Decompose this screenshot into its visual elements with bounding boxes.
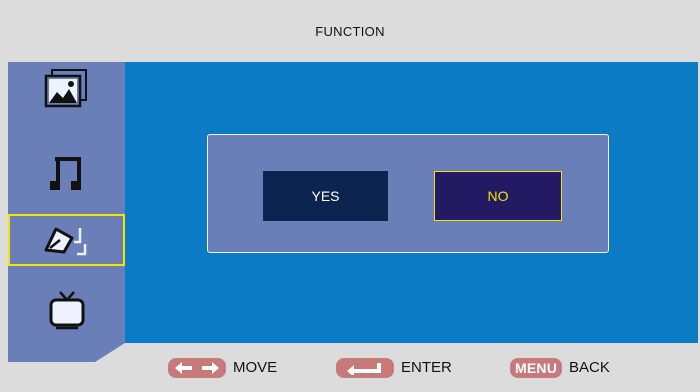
enter-key-icon — [336, 357, 394, 378]
menu-key-badge: MENU — [510, 357, 563, 378]
osd-screen: FUNCTION YES NO MOVE ENTER MENU BACK — [0, 0, 700, 392]
sidebar-item-music[interactable] — [8, 147, 125, 199]
move-label: MOVE — [233, 359, 278, 376]
sidebar-item-setup[interactable] — [8, 214, 125, 266]
header-bar: FUNCTION — [0, 0, 700, 62]
left-right-arrows-icon — [168, 357, 226, 378]
no-button[interactable]: NO — [434, 171, 562, 221]
setup-pen-icon — [42, 220, 92, 260]
back-label: BACK — [569, 359, 610, 376]
tv-icon — [47, 289, 87, 331]
hint-enter: ENTER — [336, 343, 452, 392]
confirm-dialog: YES NO — [207, 134, 609, 253]
footer-hints: MOVE ENTER MENU BACK — [0, 343, 700, 392]
sidebar — [8, 62, 125, 362]
yes-button[interactable]: YES — [263, 171, 388, 221]
page-title: FUNCTION — [315, 23, 385, 39]
photo-icon — [42, 67, 92, 109]
enter-label: ENTER — [401, 359, 452, 376]
hint-move: MOVE — [168, 343, 277, 392]
sidebar-item-photo[interactable] — [8, 62, 125, 114]
hint-back: MENU BACK — [510, 343, 610, 392]
sidebar-item-tv[interactable] — [8, 284, 125, 336]
music-note-icon — [47, 153, 87, 193]
